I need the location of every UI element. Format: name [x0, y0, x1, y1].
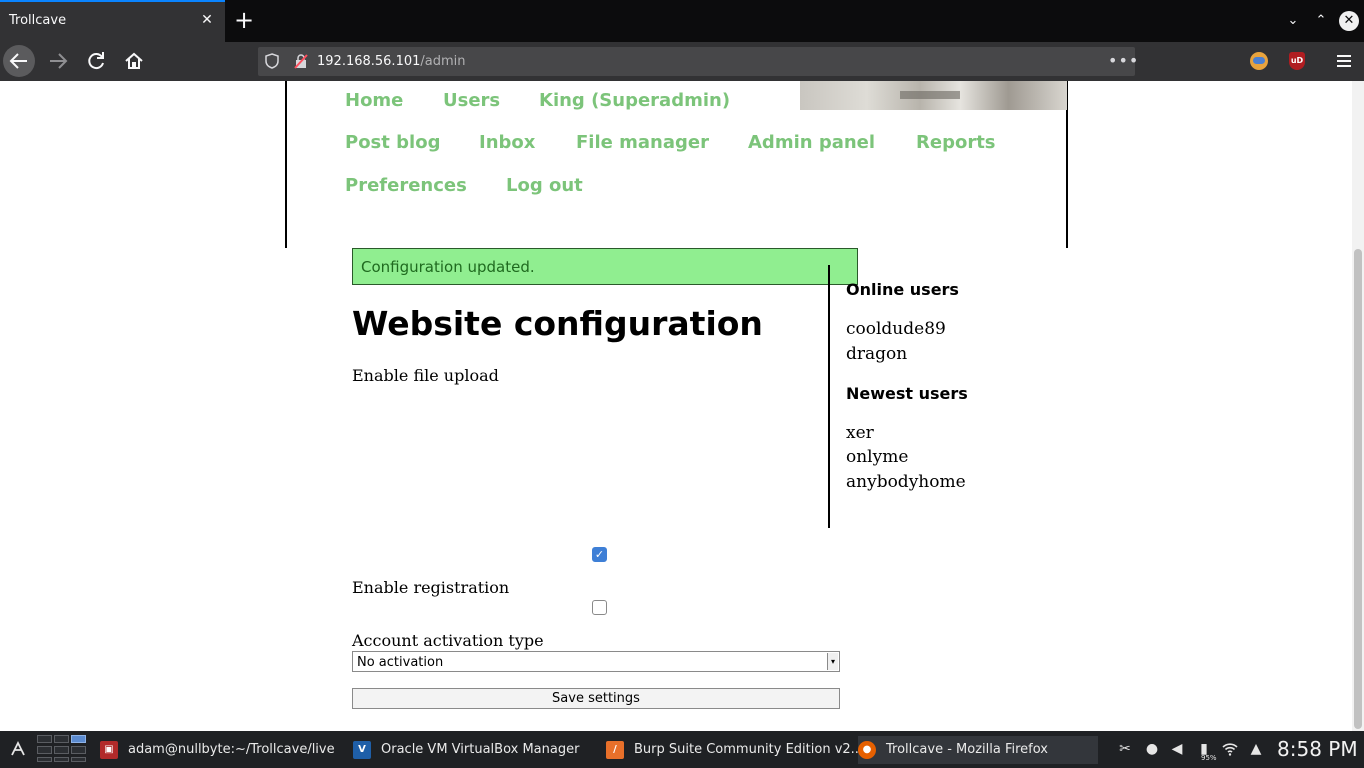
nav-reports[interactable]: Reports [916, 132, 996, 153]
ublock-origin-icon[interactable]: uD [1289, 52, 1305, 70]
nav-admin-panel[interactable]: Admin panel [748, 132, 875, 153]
firefox-icon: ● [858, 741, 876, 759]
task-label: Burp Suite Community Edition v2... [634, 742, 864, 757]
task-terminal[interactable]: ▣ adam@nullbyte:~/Trollcave/live [100, 736, 340, 764]
page-actions-icon[interactable]: ••• [1108, 51, 1138, 71]
burp-suite-icon: / [606, 741, 624, 759]
arrow-right-icon [50, 53, 68, 69]
desktop-6[interactable] [71, 746, 86, 754]
forward-button[interactable] [42, 45, 74, 77]
online-user: cooldude89 [846, 319, 946, 339]
nav-users[interactable]: Users [443, 90, 500, 111]
online-user: dragon [846, 344, 908, 364]
hamburger-menu-icon[interactable] [1334, 50, 1354, 72]
desktop-2[interactable] [54, 735, 69, 743]
back-button[interactable] [3, 45, 35, 77]
task-label: Oracle VM VirtualBox Manager [381, 742, 580, 757]
close-tab-icon[interactable]: ✕ [199, 11, 215, 29]
dropdown-arrow-icon: ▾ [827, 653, 838, 670]
page-scrollbar[interactable] [1352, 81, 1364, 731]
activation-type-label: Account activation type [352, 631, 544, 650]
wifi-icon[interactable] [1221, 740, 1239, 758]
application-launcher-icon[interactable] [8, 739, 28, 759]
desktop-7[interactable] [37, 757, 52, 762]
task-label: Trollcave - Mozilla Firefox [886, 742, 1048, 757]
terminal-icon: ▣ [100, 741, 118, 759]
new-tab-button[interactable]: + [233, 8, 255, 32]
clock[interactable]: 8:58 PM [1277, 737, 1358, 761]
sidebar-divider [828, 265, 830, 528]
reload-icon [88, 52, 104, 70]
nav-profile-king[interactable]: King (Superadmin) [539, 90, 730, 111]
reload-button[interactable] [80, 45, 112, 77]
activation-type-value: No activation [357, 655, 444, 670]
flash-message: Configuration updated. [361, 258, 535, 276]
nav-file-manager[interactable]: File manager [576, 132, 709, 153]
flash-notice: Configuration updated. [352, 248, 858, 285]
enable-file-upload-label: Enable file upload [352, 366, 499, 385]
enable-registration-label: Enable registration [352, 578, 510, 597]
desktop-5[interactable] [54, 746, 69, 754]
nav-preferences[interactable]: Preferences [345, 175, 467, 196]
desktop-3[interactable] [71, 735, 86, 743]
enable-registration-checkbox[interactable] [592, 600, 607, 615]
header-banner-image [800, 81, 1067, 110]
url-path: /admin [420, 54, 466, 69]
nav-home[interactable]: Home [345, 90, 403, 111]
task-firefox[interactable]: ● Trollcave - Mozilla Firefox [858, 736, 1098, 764]
enable-file-upload-checkbox[interactable]: ✓ [592, 547, 607, 562]
battery-percent: 95% [1201, 754, 1217, 762]
active-tab-indicator [0, 0, 225, 2]
page-content: Home Users King (Superadmin) Post blog I… [0, 81, 1352, 731]
task-label: adam@nullbyte:~/Trollcave/live [128, 742, 335, 757]
task-virtualbox[interactable]: V Oracle VM VirtualBox Manager [353, 736, 598, 764]
scissors-icon[interactable]: ✂ [1116, 740, 1134, 758]
newest-user: onlyme [846, 447, 909, 467]
virtualbox-icon: V [353, 741, 371, 759]
close-window-icon[interactable]: ✕ [1339, 11, 1359, 31]
insecure-lock-icon[interactable] [293, 53, 309, 69]
tab-title: Trollcave [9, 13, 67, 28]
desktop-1[interactable] [37, 735, 52, 743]
online-users-heading: Online users [846, 280, 959, 299]
newest-users-heading: Newest users [846, 384, 968, 403]
extension-owl-icon[interactable] [1250, 52, 1268, 70]
home-button[interactable] [118, 45, 150, 77]
lightbulb-icon[interactable]: ● [1143, 740, 1161, 758]
nav-inbox[interactable]: Inbox [479, 132, 535, 153]
minimize-window-icon[interactable]: ⌄ [1283, 11, 1303, 31]
tray-expand-icon[interactable]: ▲ [1247, 740, 1265, 758]
nav-log-out[interactable]: Log out [506, 175, 583, 196]
desktop-8[interactable] [54, 757, 69, 762]
desktop-4[interactable] [37, 746, 52, 754]
newest-user: xer [846, 423, 874, 443]
scrollbar-thumb[interactable] [1354, 249, 1362, 729]
activation-type-select[interactable]: No activation ▾ [352, 651, 840, 672]
home-icon [125, 52, 143, 69]
volume-icon[interactable]: ◀ [1168, 740, 1186, 758]
save-settings-button[interactable]: Save settings [352, 688, 840, 709]
task-burp-suite[interactable]: / Burp Suite Community Edition v2... [606, 736, 863, 764]
virtual-desktop-pager[interactable] [37, 735, 89, 763]
arrow-left-icon [9, 53, 27, 69]
page-title: Website configuration [352, 304, 763, 343]
shield-icon[interactable] [264, 53, 280, 69]
newest-user: anybodyhome [846, 472, 966, 492]
maximize-window-icon[interactable]: ⌃ [1311, 11, 1331, 31]
header-border-left [285, 81, 287, 248]
url-text[interactable]: 192.168.56.101/admin [317, 54, 466, 69]
url-host: 192.168.56.101 [317, 54, 421, 69]
desktop-9[interactable] [71, 757, 86, 762]
tab-trollcave[interactable]: Trollcave ✕ [0, 0, 225, 42]
nav-post-blog[interactable]: Post blog [345, 132, 440, 153]
